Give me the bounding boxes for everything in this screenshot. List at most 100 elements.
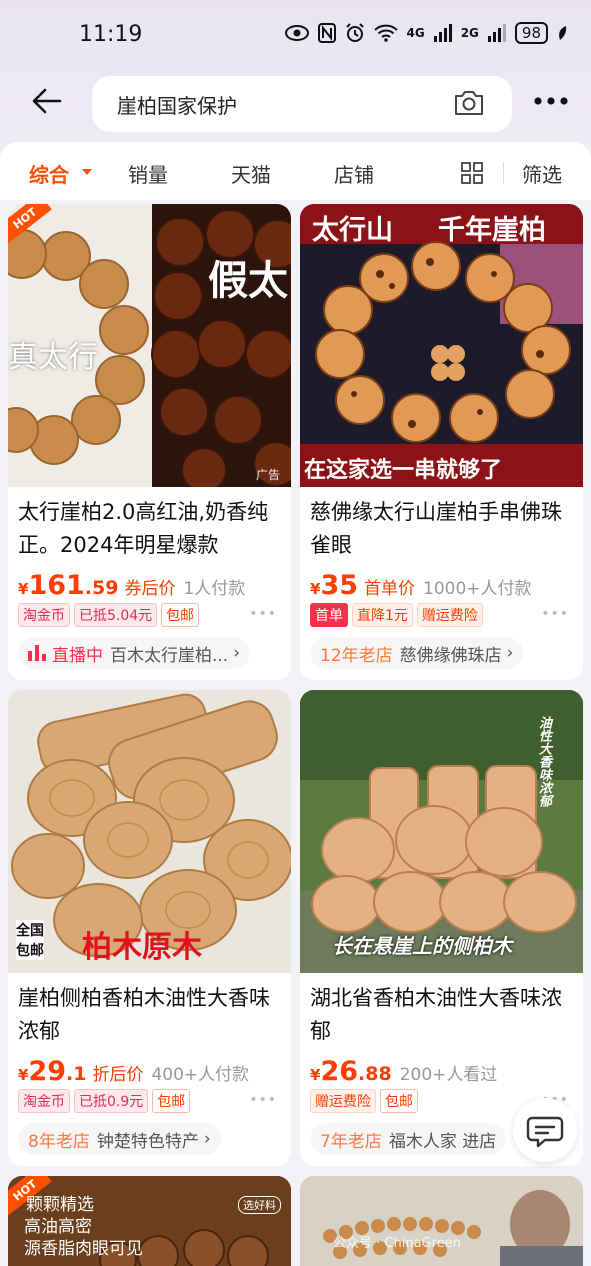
signal-bars-icon: [433, 24, 452, 42]
shop-name: 百木太行崖柏...: [110, 645, 229, 666]
product-image[interactable]: HOT 颗颗精选 高油高密 源香脂肉眼可见 选好料: [8, 1176, 291, 1266]
shop-link[interactable]: 12年老店 慈佛缘佛珠店 ›: [310, 637, 524, 669]
badge-row: 首单 直降1元 赠运费险: [310, 603, 483, 627]
free-shipping-badge: 包邮: [161, 603, 200, 627]
signal-2g-label: 2G: [460, 26, 479, 40]
badge-row: 淘金币 已抵5.04元 包邮: [18, 603, 200, 627]
signal-bars-icon: [487, 24, 506, 42]
more-options-icon[interactable]: [533, 94, 569, 108]
live-bars-icon: [28, 645, 46, 661]
product-title[interactable]: 太行崖柏2.0高红油,奶香纯正。2024年明星爆款: [18, 496, 284, 562]
shop-name: 福木人家 进店: [388, 1131, 497, 1152]
price-tag: 首单价: [364, 579, 416, 599]
currency-symbol: ¥: [310, 1066, 321, 1084]
tab-filter[interactable]: 筛选: [522, 159, 562, 188]
shop-years-label: 12年老店: [320, 645, 393, 666]
divider: [503, 162, 504, 184]
discount-badge: 已抵0.9元: [74, 1089, 149, 1113]
product-card[interactable]: HOT 颗颗精选 高油高密 源香脂肉眼可见 选好料: [8, 1176, 291, 1266]
coin-badge: 淘金币: [18, 1089, 70, 1113]
live-label: 直播中: [52, 645, 103, 666]
status-time: 11:19: [79, 22, 143, 47]
price-row: ¥ 29 .1 折后价 400+人付款: [18, 1056, 249, 1087]
tab-sales[interactable]: 销量: [128, 159, 168, 188]
search-box[interactable]: 崖柏国家保护: [92, 76, 512, 132]
tab-shop[interactable]: 店铺: [334, 159, 374, 188]
image-caption: 柏木原木: [82, 930, 202, 965]
battery-indicator: 98: [514, 22, 548, 44]
tab-comprehensive[interactable]: 综合: [29, 159, 69, 188]
status-bar: 11:19 4G 2G 98: [0, 0, 591, 70]
search-input[interactable]: 崖柏国家保护: [117, 90, 237, 119]
image-caption: 源香脂肉眼可见: [24, 1239, 143, 1259]
price-integer: 29: [28, 1056, 67, 1087]
sales-count: 1000+人付款: [423, 579, 532, 599]
product-card[interactable]: 油性大香味浓郁 长在悬崖上的侧柏木 湖北省香柏木油性大香味浓郁 ¥ 26 .88…: [300, 690, 583, 1166]
image-caption: 包邮: [16, 940, 44, 960]
price-row: ¥ 161 .59 券后价 1人付款: [18, 570, 245, 601]
shop-name: 慈佛缘佛珠店: [399, 645, 502, 666]
status-icons: 4G 2G 98: [284, 22, 568, 44]
product-title[interactable]: 崖柏侧柏香柏木油性大香味浓郁: [18, 982, 284, 1048]
chevron-right-icon: ›: [506, 643, 514, 663]
price-integer: 26: [320, 1056, 359, 1087]
image-caption: 假太: [208, 258, 288, 304]
product-image[interactable]: [300, 1176, 583, 1266]
sales-count: 1人付款: [183, 579, 246, 599]
price-decimal: .59: [84, 577, 119, 599]
nfc-icon: [317, 23, 336, 43]
free-shipping-badge: 包邮: [380, 1089, 418, 1113]
price-decimal: .1: [66, 1063, 87, 1085]
more-dots-icon[interactable]: •••: [249, 1092, 277, 1108]
image-caption: 油性大香味浓郁: [536, 716, 551, 807]
leaf-icon: [559, 26, 567, 40]
price-tag: 折后价: [92, 1065, 144, 1085]
product-card[interactable]: 太行山 千年崖柏 在这家选一串就够了 慈佛缘太行山崖柏手串佛珠雀眼 ¥ 35 首…: [300, 204, 583, 680]
shop-link[interactable]: 8年老店 钟楚特色特产 ›: [18, 1123, 221, 1155]
discount-badge: 已抵5.04元: [74, 603, 158, 627]
customer-service-button[interactable]: [513, 1098, 577, 1162]
free-shipping-badge: 包邮: [152, 1089, 191, 1113]
tab-tmall[interactable]: 天猫: [231, 159, 271, 188]
more-dots-icon[interactable]: •••: [541, 606, 569, 622]
badge-row: 淘金币 已抵0.9元 包邮: [18, 1089, 191, 1113]
product-card[interactable]: 全国 包邮 柏木原木 崖柏侧柏香柏木油性大香味浓郁 ¥ 29 .1 折后价 40…: [8, 690, 291, 1166]
shop-years-label: 8年老店: [28, 1131, 90, 1152]
wifi-icon: [373, 24, 398, 42]
grid-view-icon[interactable]: [461, 162, 483, 184]
image-caption: 千年崖柏: [438, 215, 546, 246]
shop-link[interactable]: 7年老店 福木人家 进店: [310, 1123, 507, 1155]
shop-name: 钟楚特色特产: [96, 1131, 199, 1152]
shop-link[interactable]: 直播中 百木太行崖柏... ›: [18, 637, 251, 669]
image-caption: 真太行: [8, 340, 98, 375]
back-arrow-icon[interactable]: [30, 84, 64, 118]
more-dots-icon[interactable]: •••: [249, 606, 277, 622]
price-integer: 161: [28, 570, 85, 601]
price-drop-badge: 直降1元: [352, 603, 413, 627]
image-caption: 长在悬崖上的侧柏木: [332, 934, 512, 958]
product-title[interactable]: 湖北省香柏木油性大香味浓郁: [310, 982, 576, 1048]
camera-icon[interactable]: [453, 88, 485, 118]
product-title[interactable]: 慈佛缘太行山崖柏手串佛珠雀眼: [310, 496, 576, 562]
product-card[interactable]: HOT 真太行 假太 广告 太行崖柏2.0高红油,奶香纯正。2024年明星爆款 …: [8, 204, 291, 680]
product-card[interactable]: [300, 1176, 583, 1266]
price-decimal: .88: [358, 1063, 392, 1085]
image-caption: 在这家选一串就够了: [304, 458, 503, 483]
view-count: 200+人看过: [399, 1065, 498, 1085]
alarm-icon: [345, 23, 364, 42]
price-integer: 35: [320, 570, 359, 601]
badge-row: 赠运费险 包邮: [310, 1089, 418, 1113]
currency-symbol: ¥: [18, 1066, 29, 1084]
product-image[interactable]: 全国 包邮 柏木原木: [8, 690, 291, 973]
beads-photo: [300, 1176, 583, 1266]
price-row: ¥ 26 .88 200+人看过: [310, 1056, 497, 1087]
product-image[interactable]: HOT 真太行 假太 广告: [8, 204, 291, 487]
product-image[interactable]: 油性大香味浓郁 长在悬崖上的侧柏木: [300, 690, 583, 973]
product-image[interactable]: 太行山 千年崖柏 在这家选一串就够了: [300, 204, 583, 487]
price-row: ¥ 35 首单价 1000+人付款: [310, 570, 532, 601]
dropdown-caret-icon[interactable]: [82, 169, 92, 175]
signal-4g-label: 4G: [406, 26, 425, 40]
currency-symbol: ¥: [18, 580, 29, 598]
image-caption: 太行山: [312, 215, 393, 246]
ad-label: 广告: [256, 468, 281, 482]
